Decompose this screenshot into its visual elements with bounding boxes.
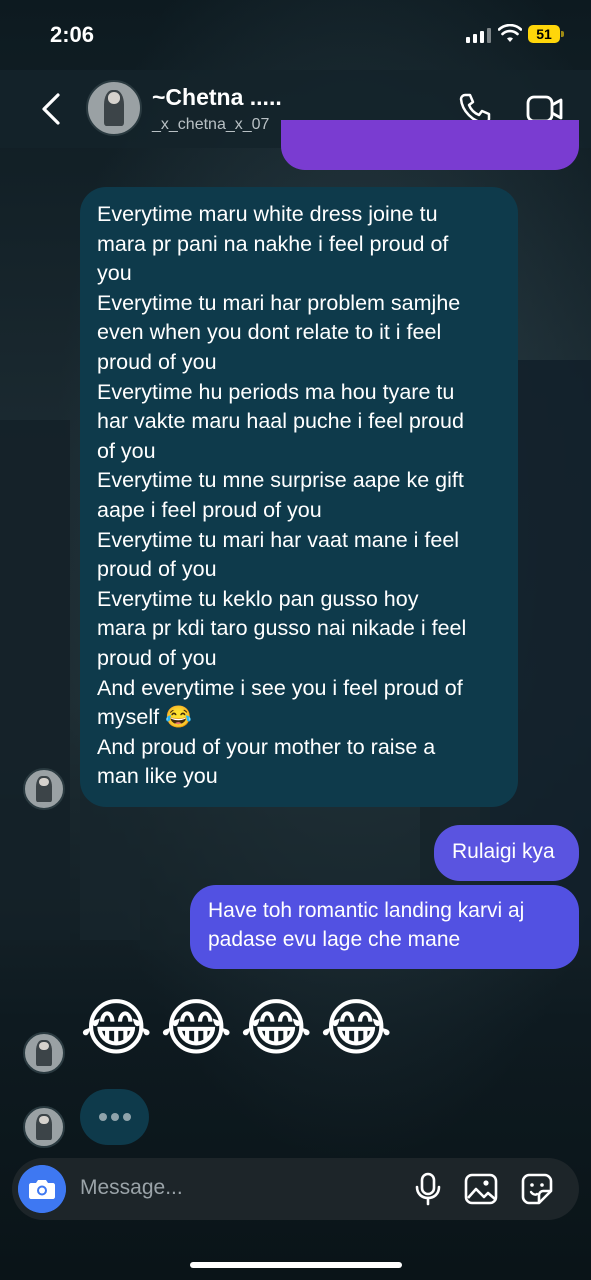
- message-line: Everytime tu mari har vaat mane i feel: [97, 527, 460, 552]
- message-line: And proud of your mother to raise a: [97, 734, 436, 759]
- tears-of-joy-emoji: 😂: [160, 991, 233, 1064]
- sender-avatar[interactable]: [23, 1032, 65, 1074]
- home-indicator[interactable]: [190, 1262, 402, 1268]
- status-time: 2:06: [50, 22, 95, 47]
- message-line: proud of you: [97, 645, 217, 670]
- message-line: aape i feel proud of you: [97, 497, 322, 522]
- cellular-signal-icon: [466, 28, 491, 43]
- message-line: Everytime tu keklo pan gusso hoy: [97, 586, 419, 611]
- message-line: Everytime maru white dress joine tu: [97, 202, 438, 226]
- camera-icon[interactable]: [18, 1165, 66, 1213]
- sender-avatar[interactable]: [23, 1106, 65, 1148]
- message-line: myself 😂: [97, 705, 192, 730]
- typing-dot: [98, 1113, 107, 1121]
- message-line: Have toh romantic landing karvi aj: [208, 899, 525, 922]
- background-building: [0, 420, 70, 940]
- message-line: Everytime hu periods ma hou tyare tu: [97, 379, 455, 404]
- message-line: man like you: [97, 764, 218, 789]
- message-composer: Message...: [12, 1158, 579, 1220]
- incoming-message-text: Everytime maru white dress joine tu mara…: [97, 200, 507, 792]
- outgoing-message-bubble[interactable]: Have toh romantic landing karvi aj padas…: [190, 885, 579, 969]
- message-line: And everytime i see you i feel proud of: [97, 675, 463, 700]
- sticker-icon[interactable]: [520, 1172, 554, 1206]
- message-line: proud of you: [97, 557, 217, 582]
- message-line: even when you dont relate to it i feel: [97, 320, 442, 345]
- sender-avatar[interactable]: [23, 768, 65, 810]
- message-line: you: [97, 261, 132, 286]
- message-input[interactable]: Message...: [80, 1176, 183, 1200]
- message-line: mara pr kdi taro gusso nai nikade i feel: [97, 616, 467, 641]
- tears-of-joy-emoji: 😂: [240, 991, 313, 1064]
- contact-handle[interactable]: _x_chetna_x_07: [152, 116, 269, 134]
- avatar[interactable]: [86, 80, 142, 136]
- typing-dot: [110, 1113, 119, 1121]
- message-line: har vakte maru haal puche i feel proud: [97, 409, 464, 434]
- message-text: Rulaigi kya: [452, 840, 555, 863]
- message-line: mara pr pani na nakhe i feel proud of: [97, 231, 449, 256]
- message-line: Everytime tu mari har problem samjhe: [97, 290, 461, 315]
- message-line: proud of you: [97, 349, 217, 374]
- tears-of-joy-emoji: 😂: [80, 991, 153, 1064]
- tears-of-joy-emoji: 😂: [320, 991, 393, 1064]
- emoji-message[interactable]: 😂 😂 😂 😂: [80, 992, 392, 1064]
- typing-indicator: [80, 1089, 149, 1145]
- outgoing-message-bubble-partial[interactable]: [281, 120, 579, 170]
- message-line: of you: [97, 438, 156, 463]
- battery-icon: 51: [528, 25, 564, 43]
- contact-name[interactable]: ~Chetna .....: [152, 84, 282, 111]
- wifi-icon: [498, 24, 522, 42]
- back-arrow-icon[interactable]: [38, 92, 66, 126]
- microphone-icon[interactable]: [414, 1172, 442, 1206]
- message-line: padase evu lage che mane: [208, 928, 461, 951]
- status-bar: 2:06 51: [0, 0, 591, 70]
- message-line: Everytime tu mne surprise aape ke gift: [97, 468, 464, 493]
- typing-dot: [122, 1113, 131, 1121]
- outgoing-message-bubble[interactable]: Rulaigi kya: [434, 825, 579, 881]
- gallery-icon[interactable]: [464, 1172, 498, 1206]
